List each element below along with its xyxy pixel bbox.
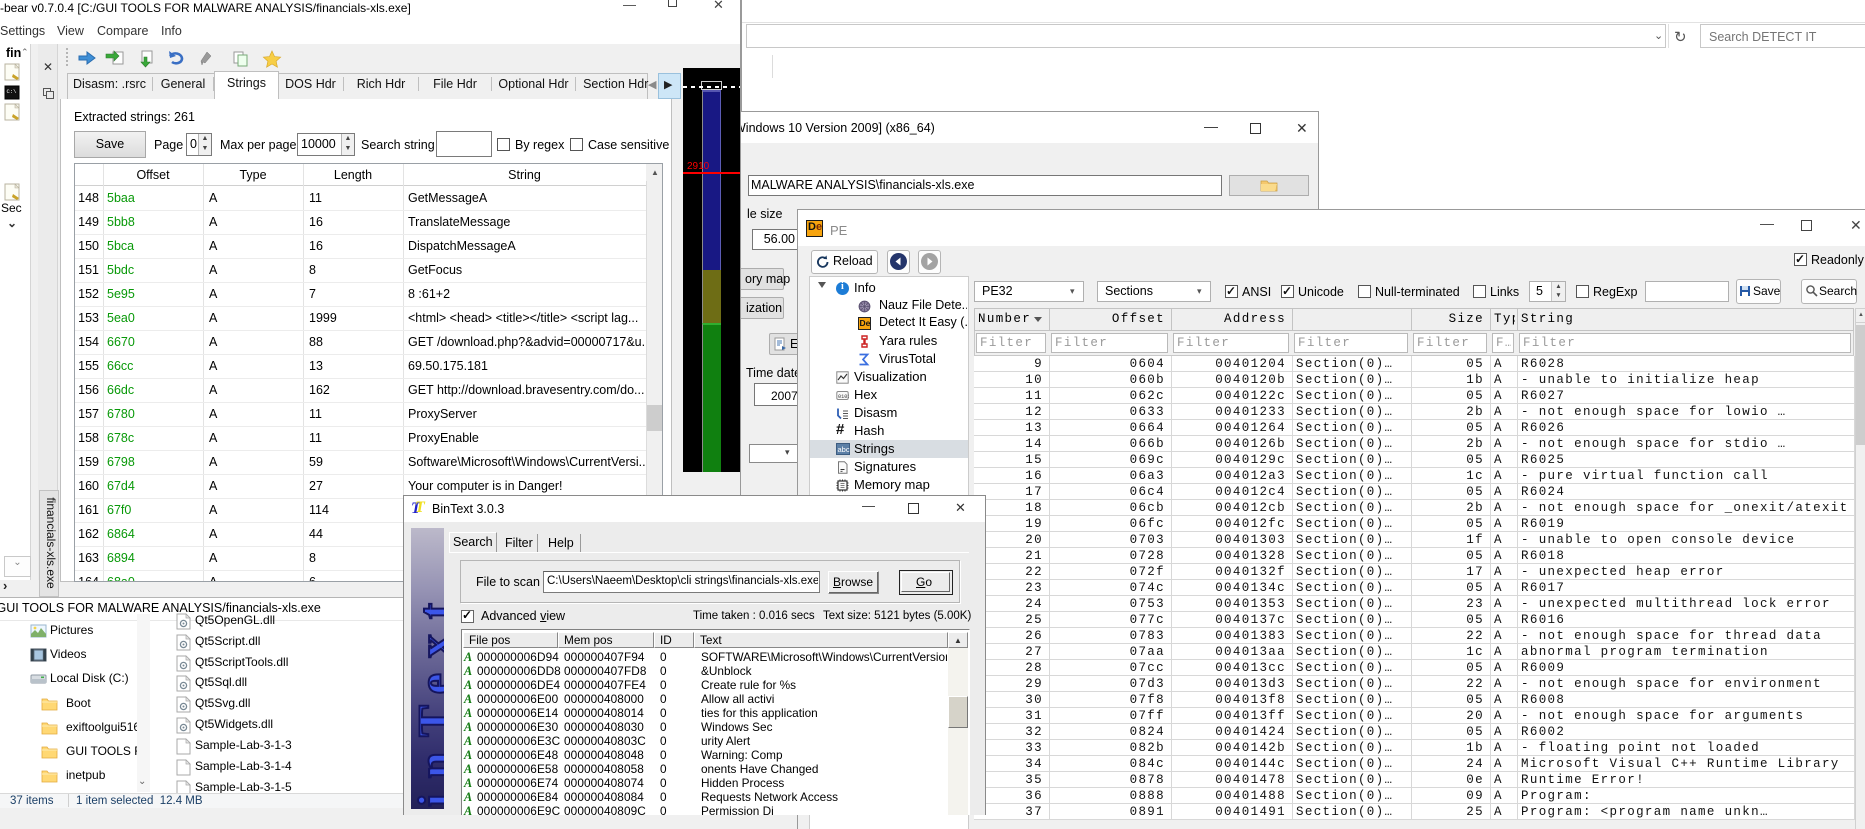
svg-text:C:\: C:\	[7, 88, 17, 95]
svg-text:0101: 0101	[838, 394, 849, 400]
